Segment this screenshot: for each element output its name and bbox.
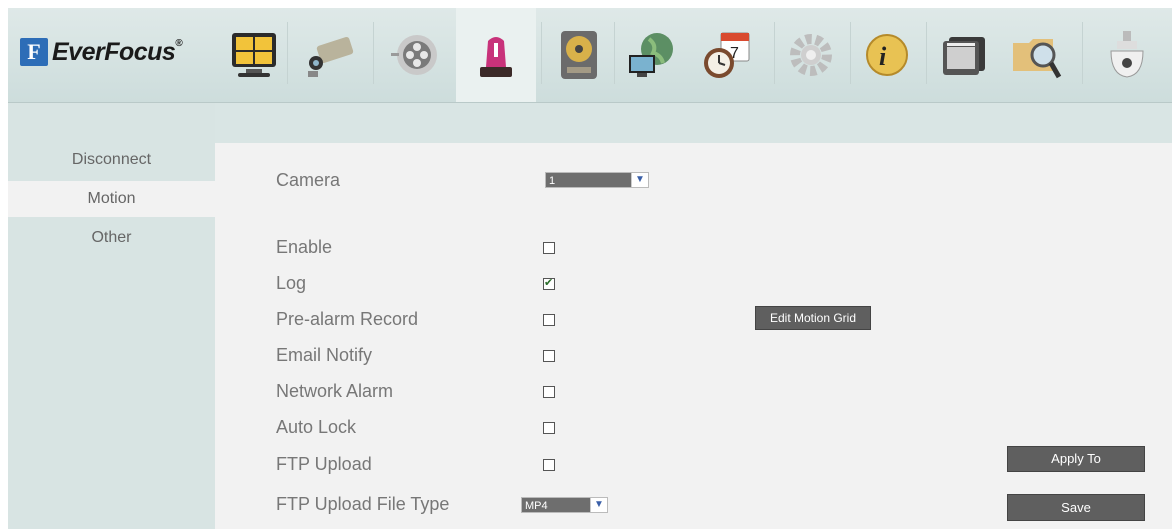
network-icon[interactable] <box>620 8 682 102</box>
ftp-upload-label: FTP Upload <box>276 454 372 474</box>
record-icon[interactable] <box>384 8 446 102</box>
ftp-upload-checkbox[interactable] <box>543 459 555 471</box>
pre-alarm-record-checkbox[interactable] <box>543 314 555 326</box>
header-toolbar: F EverFocus® 7 i <box>8 8 1172 103</box>
edit-motion-grid-button[interactable]: Edit Motion Grid <box>755 306 871 330</box>
hdd-icon[interactable] <box>548 8 610 102</box>
enable-checkbox[interactable] <box>543 242 555 254</box>
schedule-icon[interactable]: 7 <box>696 8 758 102</box>
log-checkbox[interactable]: ✔ <box>543 277 555 290</box>
chevron-down-icon: ▼ <box>631 173 648 187</box>
everfocus-logo: F EverFocus® <box>20 32 183 72</box>
sidebar: Disconnect Motion Other <box>8 103 215 529</box>
camera-label: Camera <box>276 170 341 190</box>
sidebar-item-disconnect[interactable]: Disconnect <box>8 142 215 178</box>
ftp-file-type-value: MP4 <box>525 500 548 512</box>
app-window: F EverFocus® 7 i Disconnect Motion Other… <box>8 8 1172 529</box>
auto-lock-label: Auto Lock <box>276 417 357 437</box>
sidebar-item-motion[interactable]: Motion <box>8 181 215 217</box>
settings-icon[interactable] <box>780 8 842 102</box>
pre-alarm-record-label: Pre-alarm Record <box>276 309 419 329</box>
network-alarm-label: Network Alarm <box>276 381 394 401</box>
search-icon[interactable] <box>1004 8 1066 102</box>
ftp-upload-file-type-label: FTP Upload File Type <box>276 494 450 514</box>
live-view-icon[interactable] <box>223 8 285 102</box>
check-icon: ✔ <box>544 277 554 289</box>
ftp-file-type-select[interactable]: MP4 ▼ <box>521 497 608 513</box>
camera-icon[interactable] <box>299 8 361 102</box>
ptz-icon[interactable] <box>1096 8 1158 102</box>
sidebar-item-other[interactable]: Other <box>8 220 215 256</box>
email-notify-checkbox[interactable] <box>543 350 555 362</box>
network-alarm-checkbox[interactable] <box>543 386 555 398</box>
playback-icon[interactable] <box>932 8 994 102</box>
camera-select-value: 1 <box>549 175 556 187</box>
alarm-icon[interactable] <box>456 8 536 102</box>
apply-to-button[interactable]: Apply To <box>1007 446 1145 472</box>
log-label: Log <box>276 273 307 293</box>
email-notify-label: Email Notify <box>276 345 373 365</box>
auto-lock-checkbox[interactable] <box>543 422 555 434</box>
logo-mark: F <box>20 38 48 66</box>
save-button[interactable]: Save <box>1007 494 1145 521</box>
chevron-down-icon: ▼ <box>590 498 607 512</box>
sub-header-bar <box>215 103 1172 143</box>
enable-label: Enable <box>276 237 333 257</box>
info-icon[interactable]: i <box>856 8 918 102</box>
svg-text:i: i <box>879 42 887 71</box>
camera-select[interactable]: 1 ▼ <box>545 172 649 188</box>
brand-name: EverFocus <box>52 37 176 66</box>
